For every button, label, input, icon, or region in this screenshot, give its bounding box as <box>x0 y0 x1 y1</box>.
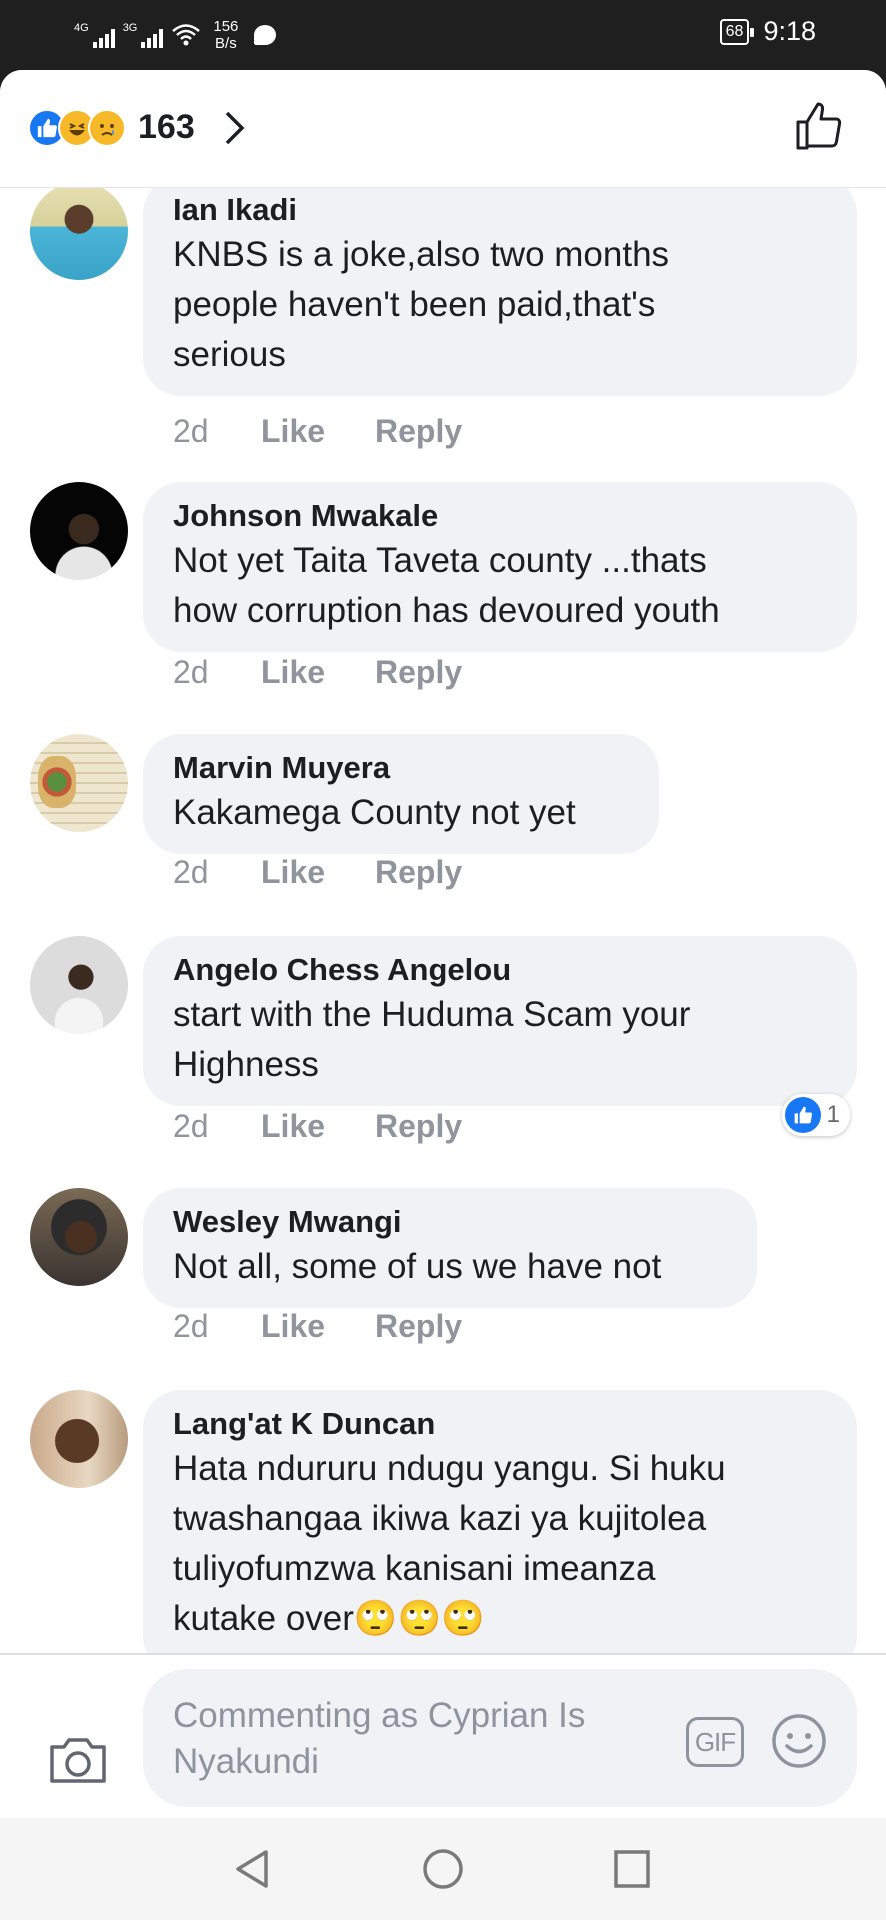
network-speed: 156 B/s <box>213 18 238 52</box>
network-type-2: 3G <box>122 22 138 34</box>
comment-reply-button[interactable]: Reply <box>375 413 462 450</box>
comment-like-button[interactable]: Like <box>261 413 375 450</box>
clock: 9:18 <box>763 16 816 46</box>
signal-icon-1: 4G <box>74 22 115 48</box>
comment-author[interactable]: Angelo Chess Angelou <box>173 950 827 990</box>
comment-author[interactable]: Wesley Mwangi <box>173 1202 727 1242</box>
like-reaction-icon <box>784 1097 821 1133</box>
like-button-icon[interactable] <box>794 100 846 152</box>
comment-bubble[interactable]: Marvin Muyera Kakamega County not yet <box>143 734 659 854</box>
comment-bubble[interactable]: Johnson Mwakale Not yet Taita Taveta cou… <box>143 482 857 652</box>
comment-time: 2d <box>173 654 209 690</box>
composer-bar: Commenting as Cyprian Is Nyakundi GIF <box>0 1653 886 1818</box>
comment-bubble[interactable]: Ian Ikadi KNBS is a joke,also two months… <box>143 188 857 396</box>
comment-reply-button[interactable]: Reply <box>375 854 462 891</box>
chevron-right-icon <box>225 111 245 144</box>
speed-value: 156 <box>213 18 239 35</box>
reactions-header: 163 <box>0 70 886 188</box>
comment-like-button[interactable]: Like <box>261 854 375 891</box>
comment-time: 2d <box>173 1308 209 1344</box>
comment-time: 2d <box>173 854 209 890</box>
comment-text-line: twashangaa ikiwa kazi ya kujitolea <box>173 1499 707 1538</box>
system-nav-bar <box>0 1818 886 1920</box>
comment-text-line: serious <box>173 335 286 374</box>
battery-level: 68 <box>725 22 744 40</box>
network-type-1: 4G <box>74 22 89 34</box>
comment-reply-button[interactable]: Reply <box>375 1108 462 1145</box>
comment-author[interactable]: Lang'at K Duncan <box>173 1404 827 1444</box>
comment-text-line: Hata ndururu ndugu yangu. Si huku <box>173 1449 726 1488</box>
comment-text-line: start with the Huduma Scam your <box>173 995 691 1034</box>
sad-reaction-icon <box>88 108 126 147</box>
wifi-icon <box>172 24 201 46</box>
status-left: 4G 3G 156 B/s <box>74 18 277 52</box>
comment-like-count-badge[interactable]: 1 <box>781 1094 850 1136</box>
comment-author[interactable]: Marvin Muyera <box>173 748 629 788</box>
comment-reply-button[interactable]: Reply <box>375 1308 462 1345</box>
comment-bubble[interactable]: Wesley Mwangi Not all, some of us we hav… <box>143 1188 757 1308</box>
comment-like-button[interactable]: Like <box>261 1308 375 1345</box>
comment-actions: 2d Like Reply <box>173 1108 462 1145</box>
comments-sheet: 163 Ian Ikadi KNBS is a joke,also two mo… <box>0 70 886 1818</box>
status-bar: 4G 3G 156 B/s 68 9:18 <box>0 0 886 70</box>
comment-actions: 2d Like Reply <box>173 1308 462 1345</box>
comment-author[interactable]: Ian Ikadi <box>173 190 827 230</box>
speed-unit: B/s <box>215 35 237 52</box>
back-icon[interactable] <box>232 1848 272 1890</box>
comment-text-line: Not yet Taita Taveta county ...thats <box>173 541 707 580</box>
comment-list: Ian Ikadi KNBS is a joke,also two months… <box>0 188 886 1723</box>
comment-reply-button[interactable]: Reply <box>375 654 462 691</box>
placeholder-line: Nyakundi <box>173 1742 319 1781</box>
comment-input[interactable]: Commenting as Cyprian Is Nyakundi GIF <box>143 1669 857 1807</box>
avatar[interactable] <box>30 1390 128 1488</box>
placeholder-line: Commenting as Cyprian Is <box>173 1696 586 1735</box>
comment-like-button[interactable]: Like <box>261 1108 375 1145</box>
reactions-summary[interactable]: 163 <box>28 108 247 147</box>
avatar[interactable] <box>30 734 128 832</box>
comment-text-line: how corruption has devoured youth <box>173 591 720 630</box>
comment-like-count: 1 <box>826 1101 840 1128</box>
home-icon[interactable] <box>422 1848 464 1890</box>
comment-actions: 2d Like Reply <box>173 654 462 691</box>
battery-icon: 68 <box>719 18 755 45</box>
comment-like-button[interactable]: Like <box>261 654 375 691</box>
comment-text-line: kutake over🙄🙄🙄 <box>173 1599 485 1638</box>
comment-input-placeholder: Commenting as Cyprian Is Nyakundi <box>173 1693 643 1785</box>
comment-bubble[interactable]: Lang'at K Duncan Hata ndururu ndugu yang… <box>143 1390 857 1674</box>
avatar[interactable] <box>30 482 128 580</box>
comment-author[interactable]: Johnson Mwakale <box>173 496 827 536</box>
comment-time: 2d <box>173 1108 209 1144</box>
avatar[interactable] <box>30 188 128 280</box>
reaction-count: 163 <box>138 108 195 146</box>
status-right: 68 9:18 <box>719 16 816 47</box>
comment-time: 2d <box>173 413 209 449</box>
signal-icon-2: 3G <box>123 22 164 48</box>
emoji-icon[interactable] <box>771 1713 827 1769</box>
chat-notification-icon <box>254 25 277 45</box>
camera-icon[interactable] <box>48 1733 108 1785</box>
comment-text-line: Not all, some of us we have not <box>173 1247 662 1286</box>
avatar[interactable] <box>30 1188 128 1286</box>
avatar[interactable] <box>30 936 128 1034</box>
recents-icon[interactable] <box>612 1848 652 1890</box>
comment-text-line: KNBS is a joke,also two months <box>173 235 670 274</box>
comment-bubble[interactable]: Angelo Chess Angelou start with the Hudu… <box>143 936 857 1106</box>
gif-button[interactable]: GIF <box>686 1717 744 1767</box>
comment-text-line: Highness <box>173 1045 319 1084</box>
comment-actions: 2d Like Reply <box>173 413 462 450</box>
comment-actions: 2d Like Reply <box>173 854 462 891</box>
comment-text-line: Kakamega County not yet <box>173 793 576 832</box>
comment-text-line: tuliyofumzwa kanisani imeanza <box>173 1549 656 1588</box>
comment-text-line: people haven't been paid,that's <box>173 285 656 324</box>
